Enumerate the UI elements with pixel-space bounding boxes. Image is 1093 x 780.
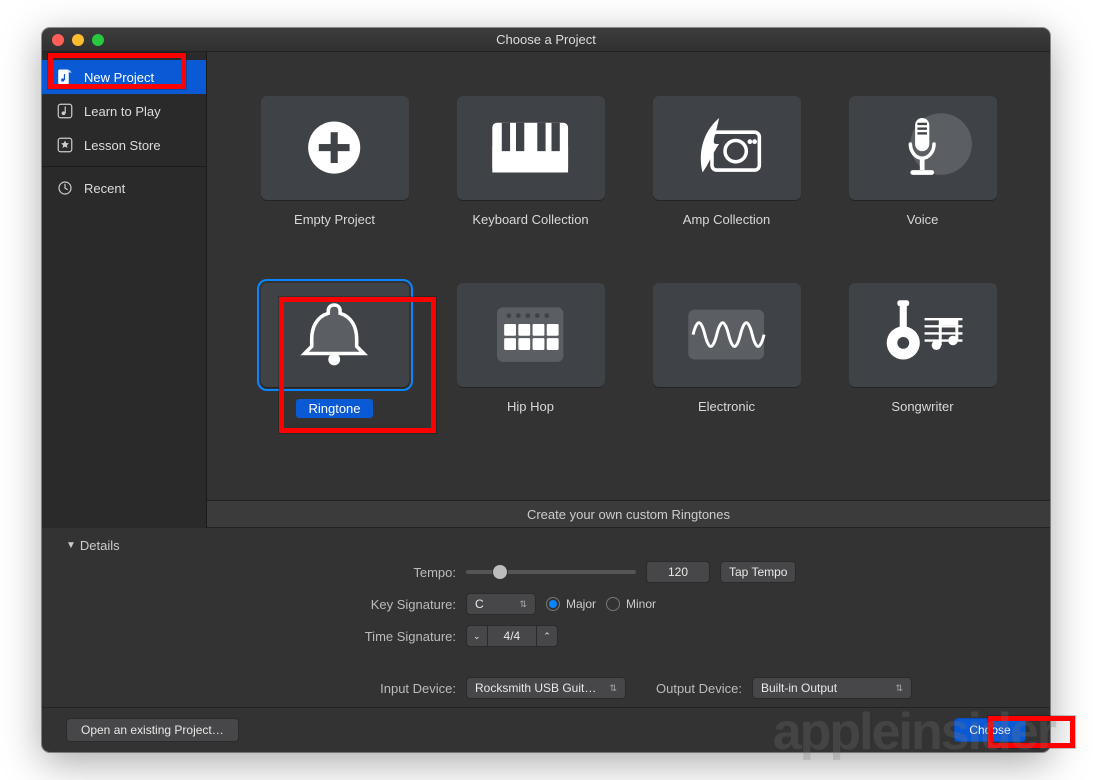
key-select[interactable]: C ⇅ bbox=[466, 593, 536, 615]
key-row: Key Signature: C ⇅ Major Minor bbox=[156, 593, 936, 615]
waveform-icon bbox=[653, 283, 801, 387]
output-device-label: Output Device: bbox=[656, 681, 742, 696]
project-card-hiphop[interactable]: Hip Hop bbox=[436, 283, 626, 418]
chevron-updown-icon: ⇅ bbox=[609, 683, 617, 694]
minimize-icon[interactable] bbox=[72, 34, 84, 46]
sidebar-separator bbox=[42, 166, 206, 167]
details-heading: Details bbox=[80, 538, 120, 553]
radio-icon bbox=[546, 597, 560, 611]
content-area: Empty Project Keyboard Collection Amp Co… bbox=[207, 52, 1050, 528]
device-row: Input Device: Rocksmith USB Guit… ⇅ Outp… bbox=[156, 677, 936, 699]
project-label: Electronic bbox=[698, 399, 755, 414]
tempo-row: Tempo: 120 Tap Tempo bbox=[156, 561, 936, 583]
output-device-value: Built-in Output bbox=[761, 681, 837, 695]
chevron-up-icon[interactable]: ⌃ bbox=[536, 625, 558, 647]
project-label: Songwriter bbox=[891, 399, 953, 414]
tempo-slider[interactable] bbox=[466, 570, 636, 574]
tempo-value[interactable]: 120 bbox=[646, 561, 710, 583]
project-label: Amp Collection bbox=[683, 212, 770, 227]
key-label: Key Signature: bbox=[156, 597, 456, 612]
project-grid: Empty Project Keyboard Collection Amp Co… bbox=[207, 52, 1050, 500]
project-label: Hip Hop bbox=[507, 399, 554, 414]
sidebar-item-label: Learn to Play bbox=[84, 104, 161, 119]
details-panel: ▼ Details Tempo: 120 Tap Tempo Key Signa… bbox=[42, 528, 1050, 707]
project-card-electronic[interactable]: Electronic bbox=[632, 283, 822, 418]
slider-knob-icon bbox=[493, 565, 507, 579]
sidebar-item-recent[interactable]: Recent bbox=[42, 171, 206, 205]
time-label: Time Signature: bbox=[156, 629, 456, 644]
project-label: Ringtone bbox=[296, 399, 372, 418]
music-file-icon bbox=[56, 68, 74, 86]
input-device-label: Input Device: bbox=[156, 681, 456, 696]
key-value: C bbox=[475, 597, 484, 611]
close-icon[interactable] bbox=[52, 34, 64, 46]
project-label: Voice bbox=[907, 212, 939, 227]
project-chooser-window: Choose a Project New Project Learn to Pl… bbox=[42, 28, 1050, 752]
radio-icon bbox=[606, 597, 620, 611]
maximize-icon[interactable] bbox=[92, 34, 104, 46]
input-device-select[interactable]: Rocksmith USB Guit… ⇅ bbox=[466, 677, 626, 699]
details-disclosure[interactable]: ▼ Details bbox=[66, 538, 1026, 553]
sidebar-item-label: New Project bbox=[84, 70, 154, 85]
sidebar-item-lesson-store[interactable]: Lesson Store bbox=[42, 128, 206, 162]
major-label: Major bbox=[566, 597, 596, 611]
project-card-ringtone[interactable]: Ringtone bbox=[240, 283, 430, 418]
sidebar: New Project Learn to Play Lesson Store R bbox=[42, 52, 207, 528]
project-card-songwriter[interactable]: Songwriter bbox=[828, 283, 1018, 418]
project-label: Empty Project bbox=[294, 212, 375, 227]
sidebar-item-new-project[interactable]: New Project bbox=[42, 60, 206, 94]
drum-pad-icon bbox=[457, 283, 605, 387]
acoustic-notes-icon bbox=[849, 283, 997, 387]
output-device-select[interactable]: Built-in Output ⇅ bbox=[752, 677, 912, 699]
chevron-updown-icon: ⇅ bbox=[895, 683, 903, 694]
project-label: Keyboard Collection bbox=[472, 212, 588, 227]
window-title: Choose a Project bbox=[42, 32, 1050, 47]
disclosure-triangle-icon: ▼ bbox=[66, 540, 76, 551]
footer: Open an existing Project… Choose bbox=[42, 707, 1050, 752]
tap-tempo-button[interactable]: Tap Tempo bbox=[720, 561, 796, 583]
input-device-value: Rocksmith USB Guit… bbox=[475, 681, 596, 695]
minor-radio[interactable]: Minor bbox=[606, 597, 656, 611]
sidebar-item-label: Recent bbox=[84, 181, 125, 196]
titlebar: Choose a Project bbox=[42, 28, 1050, 52]
project-description: Create your own custom Ringtones bbox=[207, 500, 1050, 528]
project-card-empty[interactable]: Empty Project bbox=[240, 96, 430, 227]
bell-icon bbox=[261, 283, 409, 387]
microphone-icon bbox=[849, 96, 997, 200]
open-existing-button[interactable]: Open an existing Project… bbox=[66, 718, 239, 742]
traffic-lights bbox=[52, 34, 104, 46]
choose-button[interactable]: Choose bbox=[954, 718, 1026, 742]
clock-icon bbox=[56, 179, 74, 197]
time-row: Time Signature: ⌄ 4/4 ⌃ bbox=[156, 625, 936, 647]
chevron-down-icon[interactable]: ⌄ bbox=[466, 625, 488, 647]
sidebar-item-learn-to-play[interactable]: Learn to Play bbox=[42, 94, 206, 128]
note-box-icon bbox=[56, 102, 74, 120]
guitar-amp-icon bbox=[653, 96, 801, 200]
time-value: 4/4 bbox=[488, 625, 537, 647]
plus-circle-icon bbox=[261, 96, 409, 200]
major-radio[interactable]: Major bbox=[546, 597, 596, 611]
tempo-label: Tempo: bbox=[156, 565, 456, 580]
project-card-keyboard[interactable]: Keyboard Collection bbox=[436, 96, 626, 227]
project-card-voice[interactable]: Voice bbox=[828, 96, 1018, 227]
sidebar-item-label: Lesson Store bbox=[84, 138, 161, 153]
project-card-amp[interactable]: Amp Collection bbox=[632, 96, 822, 227]
piano-keys-icon bbox=[457, 96, 605, 200]
star-box-icon bbox=[56, 136, 74, 154]
time-signature-stepper[interactable]: ⌄ 4/4 ⌃ bbox=[466, 625, 558, 647]
chevron-updown-icon: ⇅ bbox=[519, 599, 527, 610]
minor-label: Minor bbox=[626, 597, 656, 611]
